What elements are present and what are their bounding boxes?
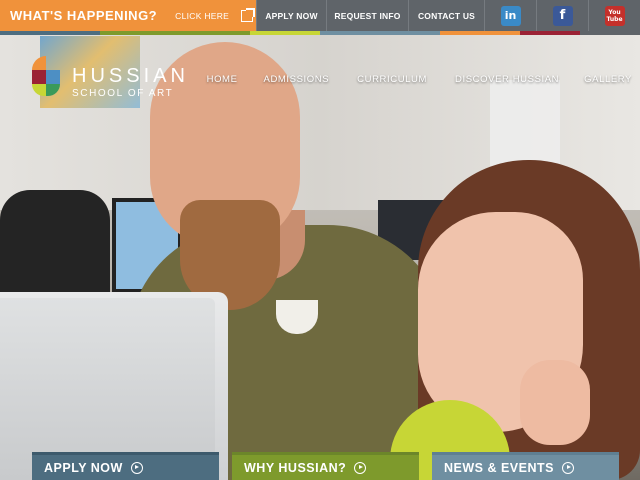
contact-us-link[interactable]: CONTACT US bbox=[408, 0, 484, 31]
nav-gallery[interactable]: GALLERY bbox=[584, 74, 632, 85]
apply-now-cta-label: APPLY NOW bbox=[44, 460, 123, 475]
brand-name: HUSSIAN bbox=[72, 65, 189, 87]
background-chair bbox=[0, 190, 110, 300]
news-events-cta-label: NEWS & EVENTS bbox=[444, 460, 554, 475]
apply-now-cta[interactable]: APPLY NOW bbox=[32, 452, 219, 480]
circle-arrow-icon bbox=[354, 461, 367, 474]
linkedin-link[interactable]: in bbox=[484, 0, 536, 31]
why-hussian-cta-label: WHY HUSSIAN? bbox=[244, 460, 347, 475]
request-info-link[interactable]: REQUEST INFO bbox=[326, 0, 408, 31]
brand-tagline: SCHOOL OF ART bbox=[72, 88, 174, 99]
nav-admissions[interactable]: ADMISSIONS bbox=[264, 74, 330, 85]
wall-paper bbox=[490, 80, 560, 170]
whats-happening-banner[interactable]: WHAT'S HAPPENING? CLICK HERE bbox=[0, 0, 256, 31]
circle-arrow-icon bbox=[562, 461, 574, 474]
utility-bar: WHAT'S HAPPENING? CLICK HERE APPLY NOW R… bbox=[0, 0, 640, 31]
nav-curriculum[interactable]: CURRICULUM bbox=[357, 74, 427, 85]
circle-arrow-icon bbox=[130, 461, 143, 474]
why-hussian-cta[interactable]: WHY HUSSIAN? bbox=[232, 452, 419, 480]
click-here-link[interactable]: CLICK HERE bbox=[175, 11, 229, 21]
youtube-icon-bottom: Tube bbox=[606, 15, 623, 23]
whats-happening-label: WHAT'S HAPPENING? bbox=[10, 8, 158, 23]
nav-home[interactable]: HOME bbox=[207, 74, 238, 85]
apply-now-link[interactable]: APPLY NOW bbox=[256, 0, 326, 31]
linkedin-icon: in bbox=[500, 5, 521, 26]
hussian-logo-mark[interactable] bbox=[32, 56, 60, 96]
youtube-icon: You Tube bbox=[604, 5, 625, 26]
youtube-link[interactable]: You Tube bbox=[588, 0, 640, 31]
external-link-icon bbox=[241, 7, 256, 22]
color-stripe bbox=[0, 31, 640, 35]
main-nav: HOME ADMISSIONS CURRICULUM DISCOVER HUSS… bbox=[207, 74, 632, 85]
woman-hand bbox=[520, 360, 590, 445]
facebook-link[interactable]: f bbox=[536, 0, 588, 31]
nav-discover-hussian[interactable]: DISCOVER HUSSIAN bbox=[455, 74, 559, 85]
news-events-cta[interactable]: NEWS & EVENTS bbox=[432, 452, 619, 480]
youtube-icon-top: You bbox=[608, 8, 621, 16]
brand-wordmark[interactable]: HUSSIAN SCHOOL OF ART bbox=[72, 66, 189, 99]
facebook-icon: f bbox=[552, 5, 573, 26]
